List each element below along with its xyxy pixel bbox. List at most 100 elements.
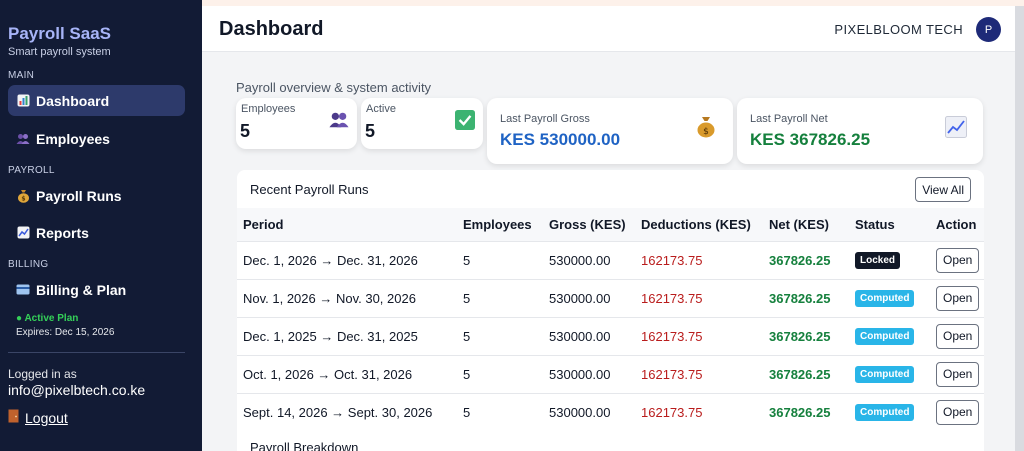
table-row: Dec. 1, 2026 → Dec. 31, 2026 5 530000.00…	[237, 240, 984, 279]
employees-cell: 5	[457, 240, 543, 279]
open-button[interactable]: Open	[936, 399, 980, 425]
view-all-button[interactable]: View All	[915, 177, 971, 202]
open-button[interactable]: Open	[936, 247, 980, 273]
overview-subtitle: Payroll overview & system activity	[236, 80, 432, 95]
header: Dashboard PIXELBLOOM TECH P	[202, 6, 1015, 52]
open-button[interactable]: Open	[936, 323, 980, 349]
action-cell: Open	[930, 354, 984, 393]
column-header-gross: Gross (KES)	[549, 216, 626, 232]
status-cell: Locked	[849, 240, 930, 279]
sidebar: Payroll SaaS Smart payroll system MAIN D…	[0, 0, 202, 451]
open-button[interactable]: Open	[936, 361, 980, 387]
brand-tagline: Smart payroll system	[8, 46, 111, 58]
credit-card-icon	[16, 283, 30, 297]
last-gross-card: Last Payroll Gross KES 530000.00 $	[487, 98, 733, 164]
last-gross-value: KES 530000.00	[500, 130, 621, 149]
period-cell: Sept. 14, 2026 → Sept. 30, 2026	[237, 392, 457, 431]
net-cell: 367826.25	[763, 316, 849, 355]
net-cell: 367826.25	[763, 278, 849, 317]
logout-link[interactable]: Logout	[8, 409, 68, 426]
deductions-cell: 162173.75	[635, 392, 763, 431]
employees-stat-value: 5	[240, 121, 251, 141]
table-row: Oct. 1, 2026 → Oct. 31, 2026 5 530000.00…	[237, 354, 984, 393]
plan-status: ● Active Plan	[16, 313, 79, 324]
last-net-value: KES 367826.25	[750, 130, 871, 149]
payroll-runs-table: Period Employees Gross (KES) Deductions …	[237, 208, 984, 431]
table-row: Nov. 1, 2026 → Nov. 30, 2026 5 530000.00…	[237, 278, 984, 317]
net-cell: 367826.25	[763, 240, 849, 279]
period-cell: Oct. 1, 2026 → Oct. 31, 2026	[237, 354, 457, 393]
trend-chart-icon	[945, 116, 967, 138]
employees-stat-label: Employees	[241, 103, 296, 115]
employees-cell: 5	[457, 278, 543, 317]
chart-icon	[16, 94, 30, 108]
gross-cell: 530000.00	[543, 278, 635, 317]
section-label-payroll: PAYROLL	[8, 165, 55, 176]
action-cell: Open	[930, 278, 984, 317]
scrollbar-track[interactable]	[1015, 6, 1024, 451]
svg-text:$: $	[21, 195, 25, 202]
deductions-cell: 162173.75	[635, 278, 763, 317]
column-header-action: Action	[936, 216, 977, 232]
logged-in-email: info@pixelbtech.co.ke	[8, 382, 146, 398]
sidebar-item-billing[interactable]: Billing & Plan	[8, 274, 185, 305]
payroll-breakdown-title: Payroll Breakdown	[250, 440, 359, 451]
sidebar-item-label: Payroll Runs	[36, 187, 122, 204]
people-icon	[16, 132, 30, 146]
recent-runs-title: Recent Payroll Runs	[250, 182, 369, 197]
status-badge: Computed	[855, 328, 915, 345]
last-net-label: Last Payroll Net	[750, 113, 828, 125]
open-button[interactable]: Open	[936, 285, 980, 311]
door-icon	[8, 409, 19, 426]
sidebar-item-reports[interactable]: Reports	[8, 217, 185, 248]
people-icon	[329, 110, 349, 130]
employees-cell: 5	[457, 354, 543, 393]
sidebar-item-label: Dashboard	[36, 92, 110, 109]
sidebar-item-label: Reports	[36, 224, 89, 241]
money-bag-icon: $	[695, 116, 717, 138]
page-title: Dashboard	[219, 18, 324, 40]
status-badge: Computed	[855, 366, 915, 383]
employees-cell: 5	[457, 392, 543, 431]
gross-cell: 530000.00	[543, 316, 635, 355]
trend-icon	[16, 226, 30, 240]
gross-cell: 530000.00	[543, 354, 635, 393]
recent-payroll-runs: Recent Payroll Runs View All Period Empl…	[237, 170, 984, 451]
active-stat-value: 5	[365, 121, 376, 141]
deductions-cell: 162173.75	[635, 316, 763, 355]
active-stat-card: Active 5	[361, 98, 483, 149]
section-label-main: MAIN	[8, 70, 35, 81]
checkmark-icon	[455, 110, 475, 130]
period-cell: Dec. 1, 2026 → Dec. 31, 2026	[237, 240, 457, 279]
svg-text:$: $	[703, 127, 709, 137]
employees-stat-card: Employees 5	[236, 98, 357, 149]
deductions-cell: 162173.75	[635, 240, 763, 279]
logout-label: Logout	[25, 409, 68, 426]
gross-cell: 530000.00	[543, 240, 635, 279]
deductions-cell: 162173.75	[635, 354, 763, 393]
column-header-employees: Employees	[463, 216, 532, 232]
status-cell: Computed	[849, 354, 930, 393]
avatar[interactable]: P	[976, 17, 1001, 42]
sidebar-item-dashboard[interactable]: Dashboard	[8, 85, 185, 116]
sidebar-item-employees[interactable]: Employees	[8, 123, 185, 154]
column-header-status: Status	[855, 216, 895, 232]
column-header-deductions: Deductions (KES)	[641, 216, 751, 232]
sidebar-item-payroll-runs[interactable]: $ Payroll Runs	[8, 180, 185, 211]
employees-cell: 5	[457, 316, 543, 355]
net-cell: 367826.25	[763, 354, 849, 393]
status-cell: Computed	[849, 316, 930, 355]
last-gross-label: Last Payroll Gross	[500, 113, 590, 125]
table-row: Sept. 14, 2026 → Sept. 30, 2026 5 530000…	[237, 392, 984, 431]
period-cell: Dec. 1, 2025 → Dec. 31, 2025	[237, 316, 457, 355]
action-cell: Open	[930, 316, 984, 355]
status-cell: Computed	[849, 278, 930, 317]
section-label-billing: BILLING	[8, 259, 49, 270]
logged-in-label: Logged in as	[8, 367, 77, 381]
column-header-net: Net (KES)	[769, 216, 829, 232]
brand-title: Payroll SaaS	[8, 24, 112, 43]
active-stat-label: Active	[366, 103, 396, 115]
sidebar-item-label: Billing & Plan	[36, 281, 127, 298]
sidebar-item-label: Employees	[36, 130, 110, 147]
sidebar-divider	[8, 352, 185, 353]
